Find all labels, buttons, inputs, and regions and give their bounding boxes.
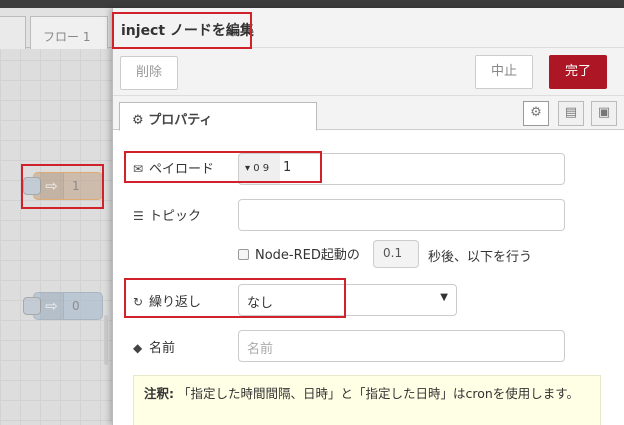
frame-icon[interactable]: ▣ <box>591 101 617 126</box>
inject-node-2[interactable]: ⇨ 0 <box>23 292 103 320</box>
tray-toolbar: 削除 中止 完了 <box>113 48 624 96</box>
workspace-tab-bar: フロー 1 <box>0 8 112 49</box>
tab-properties[interactable]: ⚙ プロパティ <box>119 102 317 131</box>
edit-tray: inject ノードを編集 削除 中止 完了 ⚙ プロパティ ⚙ ▤ ▣ ✉ ペイ… <box>112 8 624 425</box>
topic-input[interactable] <box>238 199 565 231</box>
inject-once-label: Node-RED起動の <box>255 248 360 263</box>
workspace-canvas[interactable] <box>0 0 112 425</box>
inject-button[interactable] <box>23 297 41 315</box>
arrow-icon: ⇨ <box>40 293 64 319</box>
note-bold: 注釈: <box>144 386 174 401</box>
highlight-repeat <box>124 278 346 318</box>
tab-properties-label: プロパティ <box>148 113 213 128</box>
name-label-text: 名前 <box>149 341 176 356</box>
topic-label: ☰ トピック <box>133 205 201 224</box>
cron-note: 注釈: 「指定した時間間隔、日時」と「指定した日時」はcronを使用します。 <box>133 375 601 425</box>
top-bar <box>0 0 624 8</box>
settings-gear-icon[interactable]: ⚙ <box>523 101 549 126</box>
gear-icon: ⚙ <box>132 113 144 128</box>
cancel-button[interactable]: 中止 <box>475 55 533 89</box>
workspace-tab-prev[interactable] <box>0 16 26 49</box>
highlight-node <box>21 164 104 209</box>
inject-once-checkbox[interactable] <box>238 249 249 260</box>
chevron-down-icon: ▼ <box>440 292 448 303</box>
inject-once-after-label: 秒後、以下を行う <box>428 250 533 265</box>
highlight-title <box>112 12 252 49</box>
topic-label-text: トピック <box>149 209 202 224</box>
note-text: 「指定した時間間隔、日時」と「指定した日時」はcronを使用します。 <box>174 386 580 401</box>
tasks-icon: ☰ <box>133 209 144 223</box>
inject-once-delay-input[interactable]: 0.1 <box>373 240 419 268</box>
name-label: ◆ 名前 <box>133 337 175 356</box>
highlight-payload <box>124 151 322 183</box>
inject-once-row: Node-RED起動の <box>238 244 360 263</box>
node-label: 0 <box>72 299 80 313</box>
tray-tabs: ⚙ プロパティ ⚙ ▤ ▣ <box>113 96 624 131</box>
delete-button[interactable]: 削除 <box>120 56 178 90</box>
tag-icon: ◆ <box>133 341 143 355</box>
workspace-scrollbar[interactable] <box>104 315 108 365</box>
name-input[interactable]: 名前 <box>238 330 565 362</box>
done-button[interactable]: 完了 <box>549 55 607 89</box>
tab-flow-1[interactable]: フロー 1 <box>30 16 108 49</box>
document-icon[interactable]: ▤ <box>558 101 584 126</box>
